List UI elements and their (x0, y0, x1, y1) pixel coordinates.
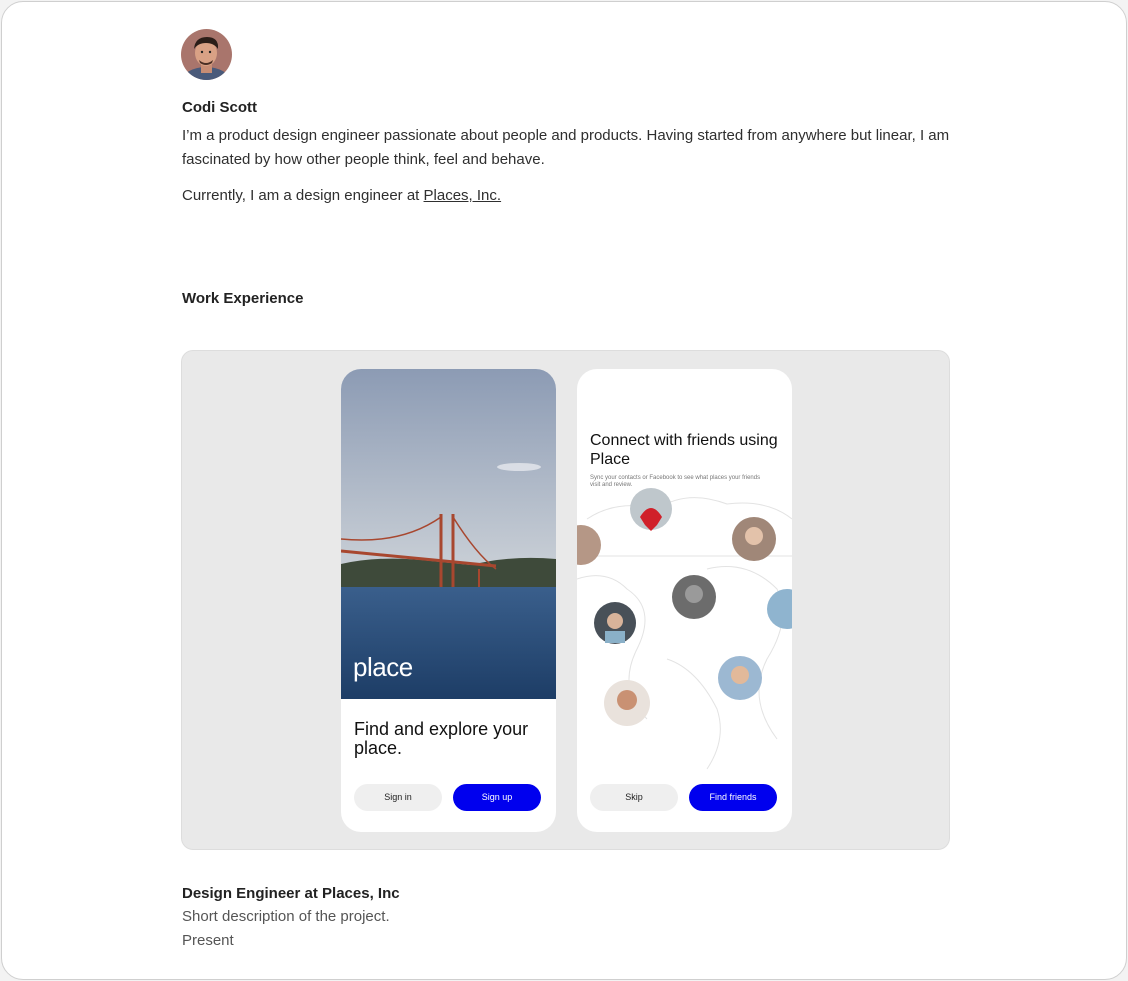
page-frame: Codi Scott I’m a product design engineer… (1, 1, 1127, 980)
sign-in-button[interactable]: Sign in (354, 784, 442, 811)
profile-name: Codi Scott (182, 99, 257, 116)
welcome-headline: Find and explore your place. (354, 719, 529, 758)
sign-up-button[interactable]: Sign up (453, 784, 541, 811)
project-date: Present (182, 932, 234, 949)
current-role: Currently, I am a design engineer at Pla… (182, 187, 501, 204)
phone-mockup-welcome: place Find and explore your place. Sign … (341, 369, 556, 832)
section-title-work-experience: Work Experience (182, 290, 304, 307)
bridge-photo (341, 369, 556, 699)
avatar (181, 29, 232, 80)
project-showcase[interactable]: place Find and explore your place. Sign … (181, 350, 950, 850)
profile-bio: I’m a product design engineer passionate… (182, 127, 950, 168)
place-logo: place (353, 652, 413, 682)
skip-button[interactable]: Skip (590, 784, 678, 811)
find-friends-button[interactable]: Find friends (689, 784, 777, 811)
current-role-text: Currently, I am a design engineer at (182, 187, 424, 204)
friend-pin-1 (630, 488, 672, 531)
company-link[interactable]: Places, Inc. (424, 187, 502, 204)
friends-map (577, 488, 792, 770)
project-description: Short description of the project. (182, 908, 390, 925)
phone-mockup-connect-friends: Connect with friends using Place Sync yo… (577, 369, 792, 832)
project-title: Design Engineer at Places, Inc (182, 885, 400, 902)
